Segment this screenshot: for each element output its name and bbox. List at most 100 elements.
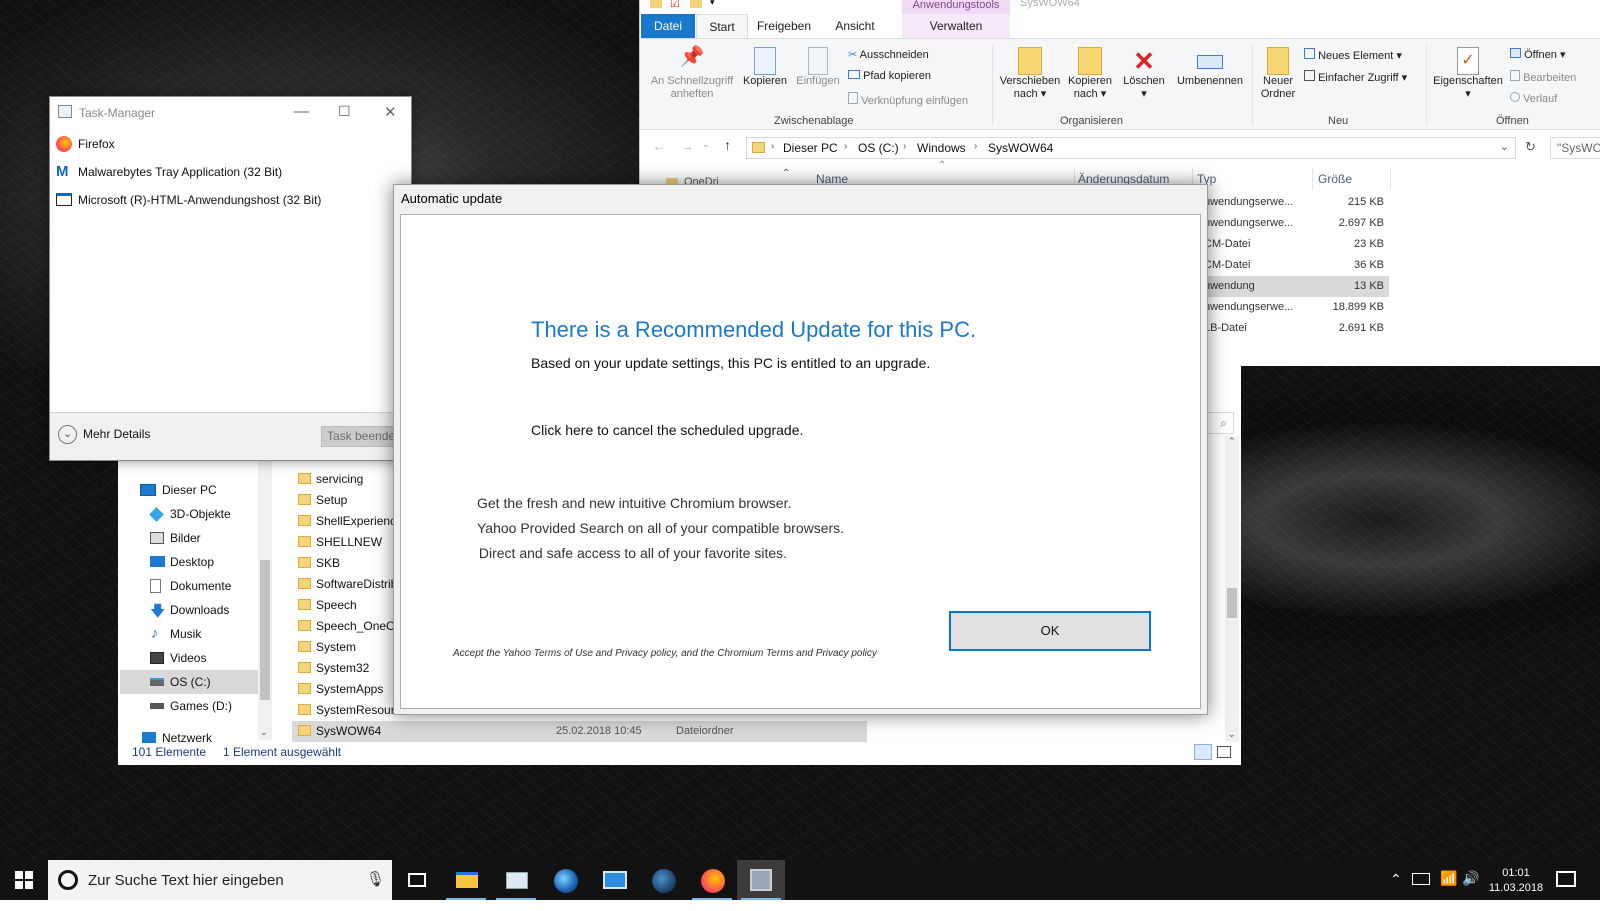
scroll-up-icon[interactable]: ⌃	[782, 168, 790, 179]
nav-scrollbar[interactable]: ⌄	[258, 460, 272, 740]
copy-path-button[interactable]: Pfad kopieren	[848, 70, 931, 82]
list-item[interactable]: Setup	[298, 493, 347, 507]
process-row[interactable]: Microsoft (R)-HTML-Anwendungshost (32 Bi…	[50, 190, 411, 210]
open-button[interactable]: Öffnen ▾	[1510, 48, 1565, 61]
taskbar-app-monitor[interactable]	[590, 860, 638, 900]
delete-button[interactable]: ✕ Löschen ▾	[1120, 47, 1168, 101]
address-bar[interactable]: › Dieser PC › OS (C:) › Windows › SysWOW…	[746, 137, 1516, 159]
list-item[interactable]: SoftwareDistrib	[298, 577, 397, 591]
task-view-button[interactable]	[392, 860, 440, 900]
breadcrumb-windows[interactable]: Windows	[917, 141, 966, 155]
forward-arrow-icon[interactable]: →	[680, 138, 694, 154]
easy-access-button[interactable]: Einfacher Zugriff ▾	[1304, 70, 1407, 84]
details-view-icon[interactable]	[1194, 744, 1212, 760]
files-scrollbar[interactable]: ⌃ ⌄	[1225, 436, 1239, 742]
edit-button[interactable]: Bearbeiten	[1510, 70, 1576, 84]
tab-start[interactable]: Start	[696, 14, 748, 38]
column-header-size[interactable]: Größe	[1318, 172, 1352, 186]
scroll-down-icon[interactable]: ⌄	[1228, 729, 1236, 740]
nav-item-network[interactable]: Netzwerk	[142, 731, 212, 745]
back-arrow-icon[interactable]: ←	[652, 138, 666, 154]
nav-item-3d-objects[interactable]: 3D-Objekte	[149, 507, 231, 522]
taskbar-app-firefox[interactable]	[688, 860, 736, 900]
wifi-icon[interactable]: 📶	[1440, 870, 1457, 910]
breadcrumb-this-pc[interactable]: Dieser PC	[783, 141, 838, 155]
list-item-selected[interactable]: SysWOW64	[298, 724, 381, 738]
taskbar-app-cyberghost[interactable]	[541, 860, 589, 900]
breadcrumb-os-c[interactable]: OS (C:)	[858, 141, 899, 155]
list-item[interactable]: SystemApps	[298, 682, 383, 696]
ok-button[interactable]: OK	[949, 611, 1151, 651]
tab-view[interactable]: Ansicht	[822, 14, 888, 38]
cut-button[interactable]: ✂ Ausschneiden	[848, 48, 929, 61]
search-input[interactable]: "SysWO	[1550, 137, 1600, 159]
clock[interactable]: 01:01 11.03.2018	[1488, 866, 1544, 896]
copy-button[interactable]: Kopieren	[740, 47, 790, 88]
cancel-upgrade-link[interactable]: Click here to cancel the scheduled upgra…	[531, 422, 803, 438]
process-row[interactable]: M Malwarebytes Tray Application (32 Bit)	[50, 162, 411, 182]
chevron-down-circle-icon[interactable]: ⌄	[58, 425, 77, 444]
chevron-down-icon[interactable]: ▾	[710, 0, 715, 8]
large-icons-view-icon[interactable]	[1217, 746, 1231, 758]
rename-button[interactable]: Umbenennen	[1172, 47, 1248, 88]
chevron-down-icon[interactable]: ⌄	[702, 139, 710, 150]
up-arrow-icon[interactable]: ↑	[724, 137, 731, 153]
scroll-up-icon[interactable]: ⌃	[1228, 436, 1236, 447]
copy-to-button[interactable]: Kopieren nach ▾	[1064, 47, 1116, 101]
nav-item-documents[interactable]: Dokumente	[150, 579, 231, 593]
history-button[interactable]: Verlauf	[1510, 92, 1557, 105]
nav-item-pictures[interactable]: Bilder	[150, 531, 201, 545]
files-scrollbar-thumb[interactable]	[1227, 588, 1237, 618]
title-bar[interactable]: Task-Manager — ☐ ✕	[50, 97, 411, 128]
nav-item-music[interactable]: ♪ Musik	[151, 625, 201, 642]
close-icon[interactable]: ✕	[384, 103, 397, 121]
microphone-icon[interactable]: 🎙	[366, 870, 385, 888]
chevron-up-icon[interactable]: ⌃	[1390, 871, 1402, 911]
tab-manage[interactable]: Verwalten	[902, 14, 1010, 38]
folder-icon[interactable]	[690, 0, 702, 8]
taskbar-app-photos[interactable]	[492, 860, 540, 900]
nav-item-this-pc[interactable]: Dieser PC	[140, 483, 217, 497]
maximize-icon[interactable]: ☐	[338, 103, 351, 120]
nav-item-videos[interactable]: Videos	[150, 651, 206, 665]
list-item[interactable]: System32	[298, 661, 369, 675]
new-folder-button[interactable]: Neuer Ordner	[1256, 47, 1300, 101]
list-item[interactable]: SystemResour	[298, 703, 395, 717]
tab-file[interactable]: Datei	[641, 14, 695, 38]
taskbar-app-steam[interactable]	[639, 860, 687, 900]
breadcrumb-syswow64[interactable]: SysWOW64	[988, 141, 1053, 155]
chevron-down-icon[interactable]: ⌄	[1500, 140, 1509, 153]
pin-quick-access-button[interactable]: 📌 An Schnellzugriff anheften	[648, 47, 736, 101]
taskbar-search-box[interactable]: Zur Suche Text hier eingeben 🎙	[48, 860, 392, 900]
nav-scrollbar-thumb[interactable]	[260, 560, 270, 700]
taskbar-app-explorer[interactable]	[442, 860, 490, 900]
properties-button[interactable]: ✓ Eigenschaften ▾	[1430, 47, 1506, 101]
nav-item-desktop[interactable]: Desktop	[150, 555, 214, 569]
move-to-button[interactable]: Verschieben nach ▾	[998, 47, 1062, 101]
list-item[interactable]: Speech	[298, 598, 357, 612]
new-item-button[interactable]: Neues Element ▾	[1304, 48, 1402, 62]
speaker-icon[interactable]: 🔊	[1462, 870, 1479, 910]
list-item[interactable]: SKB	[298, 556, 340, 570]
list-item[interactable]: SHELLNEW	[298, 535, 382, 549]
more-details-link[interactable]: Mehr Details	[83, 427, 150, 441]
tab-share[interactable]: Freigeben	[750, 14, 818, 38]
nav-item-downloads[interactable]: 🡇 Downloads	[150, 603, 229, 620]
process-row[interactable]: Firefox	[50, 134, 411, 154]
nav-item-os-c[interactable]: OS (C:)	[150, 675, 211, 689]
list-item[interactable]: ShellExperienc	[298, 514, 396, 528]
paste-button[interactable]: Einfügen	[792, 47, 844, 88]
taskbar-app-task-manager[interactable]	[737, 860, 785, 900]
list-item[interactable]: System	[298, 640, 356, 654]
checkmark-icon[interactable]: ☑	[670, 0, 680, 10]
list-item[interactable]: Speech_OneCo	[298, 619, 401, 633]
paste-shortcut-button[interactable]: Verknüpfung einfügen	[848, 92, 968, 107]
nav-item-games-d[interactable]: Games (D:)	[150, 699, 232, 713]
notification-icon[interactable]	[1556, 871, 1576, 887]
minimize-icon[interactable]: —	[294, 103, 309, 120]
refresh-icon[interactable]: ↻	[1525, 139, 1536, 155]
search-icon[interactable]: ⌕	[1206, 412, 1234, 434]
battery-icon[interactable]	[1412, 873, 1430, 885]
start-button[interactable]	[0, 860, 48, 900]
list-item[interactable]: servicing	[298, 472, 363, 486]
